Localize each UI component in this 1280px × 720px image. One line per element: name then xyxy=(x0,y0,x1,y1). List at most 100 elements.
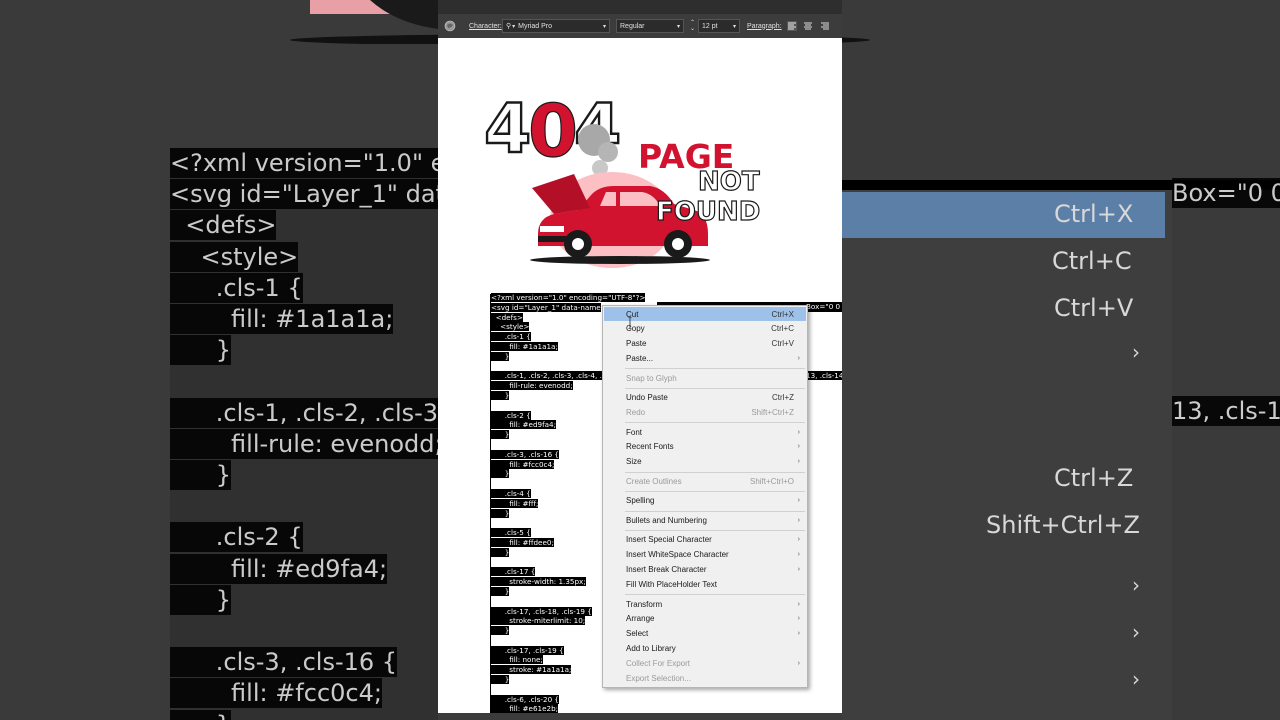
blurred-code-line: .cls-3, .cls-16 { xyxy=(170,647,398,678)
menu-item-label: Create Outlines xyxy=(626,476,682,486)
blurred-code-line: <?xml version="1.0" en xyxy=(170,148,438,178)
control-bar: Character: ⚲ ▾ Myriad Pro ▾ Regular ▾ ⌃ ⌄… xyxy=(438,14,842,38)
menu-item-shortcut: Ctrl+C xyxy=(771,324,794,334)
font-size-field[interactable]: ⌃ ⌄ 12 pt ▾ xyxy=(690,14,741,38)
menu-item-select[interactable]: Select › xyxy=(604,627,806,641)
code-fragment: Box="0 0 xyxy=(806,302,841,311)
digit-4-left: 4 xyxy=(484,90,531,169)
menu-item-add-to-library[interactable]: Add to Library xyxy=(604,642,806,656)
menu-item-arrange[interactable]: Arrange › xyxy=(604,612,806,626)
chevron-down-icon: ▾ xyxy=(733,23,737,30)
align-center-icon[interactable] xyxy=(803,14,813,38)
menu-separator xyxy=(625,510,805,512)
submenu-arrow-icon: › xyxy=(797,458,800,466)
menu-item-cut[interactable]: Cut Ctrl+X xyxy=(604,307,806,321)
menu-item-label: Insert WhiteSpace Character xyxy=(626,550,729,560)
align-left-icon[interactable] xyxy=(787,14,797,38)
submenu-arrow-icon: › xyxy=(797,355,800,363)
menu-item-paste[interactable]: Paste... › xyxy=(604,352,806,366)
code-line-text: .cls-17 { xyxy=(491,567,536,577)
search-icon: ⚲ xyxy=(506,23,512,30)
blurred-code-line: .cls-1 { xyxy=(170,272,303,303)
menu-item-label: Export Selection... xyxy=(626,673,691,683)
submenu-arrow-icon: › xyxy=(797,615,800,623)
align-right-icon[interactable] xyxy=(820,14,830,38)
blurred-code-line: <style> xyxy=(170,241,299,272)
menu-item-recent-fonts[interactable]: Recent Fonts › xyxy=(604,440,806,454)
blurred-code-line: } xyxy=(170,460,232,490)
menu-item-transform[interactable]: Transform › xyxy=(604,597,806,611)
menu-item-bullets-and-numbering[interactable]: Bullets and Numbering › xyxy=(604,513,806,527)
menu-item-label: Snap to Glyph xyxy=(626,373,677,383)
code-line-text: <svg id="Layer_1" data-name xyxy=(491,302,601,312)
code-line-text: } xyxy=(491,586,510,596)
blurred-shortcut: Ctrl+Z xyxy=(1054,464,1134,492)
menu-item-insert-whitespace-character[interactable]: Insert WhiteSpace Character › xyxy=(604,548,806,562)
menu-item-insert-break-character[interactable]: Insert Break Character › xyxy=(604,563,806,577)
code-line: <?xml version="1.0" encoding="UTF-8"?> xyxy=(491,293,646,303)
digit-0: 0 xyxy=(528,90,578,173)
chevron-down-icon: ▾ xyxy=(602,23,606,30)
character-label[interactable]: Character: xyxy=(469,14,502,38)
menu-item-fill-with-placeholder-text[interactable]: Fill With PlaceHolder Text xyxy=(604,578,806,592)
status-bar xyxy=(438,713,842,720)
menu-item-label: Insert Special Character xyxy=(626,535,712,545)
submenu-arrow-icon: › xyxy=(797,536,800,544)
code-line-text: .cls-1 { xyxy=(491,332,531,342)
submenu-arrow-icon: › xyxy=(797,630,800,638)
code-line-text: } xyxy=(491,469,510,479)
menu-item-shortcut: Shift+Ctrl+Z xyxy=(751,408,794,417)
blurred-code-line: fill-rule: evenodd; xyxy=(170,428,438,459)
code-line-text: } xyxy=(491,390,510,400)
menu-item-insert-special-character[interactable]: Insert Special Character › xyxy=(604,533,806,547)
404-illustration[interactable]: 4 0 4 PAGE NOT FOUND xyxy=(482,90,782,270)
font-family-dropdown[interactable]: ⚲ ▾ Myriad Pro ▾ xyxy=(502,14,610,38)
code-line-text: .cls-17, .cls-19 { xyxy=(491,645,564,655)
menu-item-font[interactable]: Font › xyxy=(604,425,806,439)
code-line-text: fill: none; xyxy=(491,655,543,665)
font-style-dropdown[interactable]: Regular ▾ xyxy=(616,14,684,38)
menu-item-spelling[interactable]: Spelling › xyxy=(604,494,806,508)
menu-item-shortcut: Ctrl+X xyxy=(771,309,794,319)
blurred-code-line: } xyxy=(170,709,232,720)
menu-separator xyxy=(625,594,805,596)
code-line-text: } xyxy=(491,547,510,557)
stepper-icon[interactable]: ⌃ ⌄ xyxy=(690,20,695,32)
menu-item-size[interactable]: Size › xyxy=(604,455,806,469)
menu-item-label: Font xyxy=(626,427,643,437)
code-line-text: <defs> xyxy=(491,312,523,322)
blurred-shortcut: Shift+Ctrl+Z xyxy=(986,511,1140,539)
submenu-arrow-icon: › xyxy=(797,551,800,559)
code-line-text: } xyxy=(491,675,510,685)
blurred-code-line: .cls-2 { xyxy=(170,522,303,553)
code-line-text: fill: #fcc0c4; xyxy=(491,459,555,469)
submenu-arrow-icon: › xyxy=(797,443,800,451)
code-line-text: <?xml version="1.0" encoding="UTF-8"?> xyxy=(491,293,646,302)
blurred-code-line: <defs> xyxy=(170,210,277,241)
menu-item-paste[interactable]: Paste Ctrl+V xyxy=(604,337,806,351)
globe-icon[interactable] xyxy=(444,14,456,38)
blurred-chevron-icon: › xyxy=(1132,667,1140,691)
menu-separator xyxy=(625,368,805,370)
menu-item-undo-paste[interactable]: Undo Paste Ctrl+Z xyxy=(604,391,806,405)
blurred-code-line: <svg id="Layer_1" data xyxy=(170,179,438,210)
code-line-text: fill: #1a1a1a; xyxy=(491,341,558,351)
menu-item-create-outlines: Create Outlines Shift+Ctrl+O xyxy=(604,474,806,488)
code-line-text: .cls-3, .cls-16 { xyxy=(491,449,559,459)
menu-item-label: Transform xyxy=(626,599,663,609)
code-line-text: } xyxy=(491,430,510,440)
text-frame-edge xyxy=(490,294,491,714)
code-line-text: } xyxy=(491,626,510,636)
code-line-text: fill: #fff; xyxy=(491,498,539,508)
menu-item-label: Undo Paste xyxy=(626,393,668,403)
paragraph-label[interactable]: Paragraph: xyxy=(747,14,782,38)
menu-item-label: Select xyxy=(626,629,649,639)
menu-item-label: Arrange xyxy=(626,614,655,624)
menu-item-label: Collect For Export xyxy=(626,658,691,668)
menu-separator xyxy=(625,422,805,424)
menu-item-copy[interactable]: Copy Ctrl+C xyxy=(604,322,806,336)
blurred-chevron-icon: › xyxy=(1132,620,1140,644)
menu-item-export-selection: Export Selection... xyxy=(604,671,806,685)
found-word: FOUND xyxy=(656,197,760,227)
menu-item-collect-for-export: Collect For Export › xyxy=(604,656,806,670)
